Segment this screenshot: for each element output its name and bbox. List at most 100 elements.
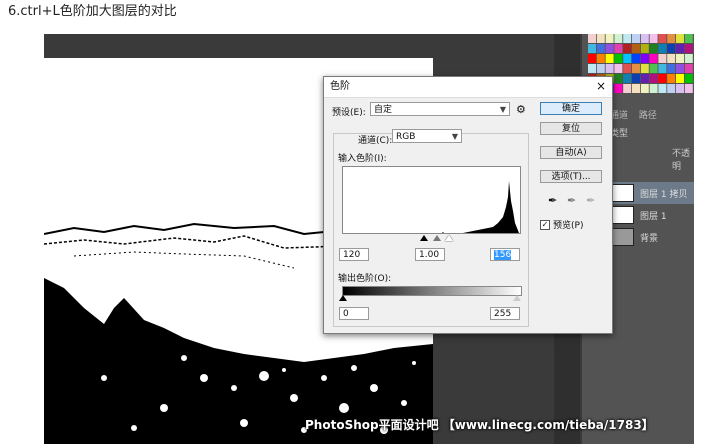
- swatch: [588, 54, 596, 63]
- swatch: [632, 74, 640, 83]
- channel-value: RGB: [396, 132, 416, 142]
- swatch: [649, 34, 658, 43]
- input-gamma-slider[interactable]: [433, 235, 441, 241]
- gear-icon[interactable]: ⚙: [516, 103, 526, 116]
- opacity-label: 不透明: [672, 149, 691, 172]
- swatch: [667, 84, 676, 93]
- swatch: [614, 84, 623, 93]
- swatch: [632, 64, 640, 73]
- swatch: [605, 34, 614, 43]
- output-black-slider[interactable]: [339, 295, 347, 301]
- swatch: [614, 44, 623, 53]
- layer-name: 背景: [640, 233, 659, 244]
- swatch: [658, 84, 667, 93]
- swatch: [605, 54, 614, 63]
- swatch: [658, 54, 667, 63]
- swatch: [614, 64, 623, 73]
- swatch: [596, 44, 605, 53]
- layer-name: 图层 1: [640, 211, 667, 222]
- layer-thumbnail: [610, 228, 634, 246]
- swatch: [649, 84, 658, 93]
- swatch: [588, 44, 596, 53]
- swatch: [684, 74, 693, 83]
- swatch: [632, 84, 640, 93]
- black-eyedropper-icon[interactable]: ✒: [548, 194, 557, 207]
- swatch: [596, 54, 605, 63]
- swatch: [658, 74, 667, 83]
- layer-thumbnail: [610, 206, 634, 224]
- preset-select[interactable]: 自定 ▼: [370, 102, 510, 116]
- gray-eyedropper-icon[interactable]: ✒: [567, 194, 576, 207]
- auto-button[interactable]: 自动(A): [540, 146, 602, 159]
- swatch: [649, 54, 658, 63]
- swatch: [658, 64, 667, 73]
- swatch: [667, 44, 676, 53]
- output-gradient: [342, 286, 522, 296]
- swatch: [632, 54, 640, 63]
- swatch: [676, 84, 684, 93]
- output-white-field[interactable]: 255: [490, 307, 520, 320]
- preset-label: 预设(E):: [332, 108, 366, 118]
- swatch: [676, 44, 684, 53]
- ok-button[interactable]: 确定: [540, 102, 602, 115]
- input-white-slider[interactable]: [445, 235, 453, 241]
- swatch: [640, 74, 649, 83]
- caption-title: 6.ctrl+L色阶加大图层的对比: [8, 4, 177, 19]
- chevron-down-icon: ▼: [499, 105, 506, 114]
- panel-tabs[interactable]: 通道 路径: [610, 108, 694, 122]
- swatch: [658, 34, 667, 43]
- swatch: [649, 74, 658, 83]
- swatch: [605, 64, 614, 73]
- output-black-field[interactable]: 0: [339, 307, 369, 320]
- checkbox-check-icon: ✓: [540, 219, 550, 230]
- layer-name: 图层 1 拷贝: [640, 189, 688, 200]
- swatch: [649, 44, 658, 53]
- swatch: [676, 64, 684, 73]
- layer-row[interactable]: 背景: [610, 226, 694, 248]
- swatch: [667, 74, 676, 83]
- swatch: [640, 84, 649, 93]
- swatch: [684, 84, 693, 93]
- swatch: [614, 34, 623, 43]
- swatch: [640, 54, 649, 63]
- watermark: PhotoShop平面设计吧 【www.linecg.com/tieba/178…: [305, 418, 654, 432]
- preview-label: 预览(P): [553, 221, 584, 231]
- swatch: [676, 54, 684, 63]
- swatch: [632, 44, 640, 53]
- layer-row[interactable]: 图层 1: [610, 204, 694, 226]
- swatch: [623, 34, 632, 43]
- layer-thumbnail: [610, 184, 634, 202]
- swatch: [623, 84, 632, 93]
- reset-button[interactable]: 复位: [540, 122, 602, 135]
- output-white-slider[interactable]: [513, 295, 521, 301]
- input-black-field[interactable]: 120: [339, 248, 369, 261]
- swatch: [667, 64, 676, 73]
- input-white-field[interactable]: 156: [490, 248, 520, 261]
- swatch: [684, 64, 693, 73]
- swatch: [676, 34, 684, 43]
- swatch: [640, 64, 649, 73]
- swatch: [667, 34, 676, 43]
- swatch: [684, 34, 693, 43]
- options-button[interactable]: 选项(T)...: [540, 170, 602, 183]
- swatch: [614, 74, 623, 83]
- channel-label: 通道(C):: [358, 136, 393, 146]
- levels-dialog: 色阶 × 预设(E): 自定 ▼ ⚙ 通道(C): RGB ▼ 输入色阶(I):…: [323, 76, 613, 334]
- swatch: [684, 44, 693, 53]
- input-white-value: 156: [494, 250, 512, 260]
- swatch: [623, 54, 632, 63]
- preview-checkbox[interactable]: ✓ 预览(P): [540, 218, 583, 231]
- swatch: [614, 54, 623, 63]
- swatch: [640, 34, 649, 43]
- swatch: [596, 34, 605, 43]
- swatch: [605, 44, 614, 53]
- input-gamma-field[interactable]: 1.00: [415, 248, 445, 261]
- swatch: [588, 34, 596, 43]
- layer-row[interactable]: 图层 1 拷贝: [610, 182, 694, 204]
- close-icon[interactable]: ×: [596, 79, 606, 93]
- input-black-slider[interactable]: [420, 235, 428, 241]
- tab-paths[interactable]: 路径: [639, 111, 657, 121]
- white-eyedropper-icon[interactable]: ✒: [586, 194, 595, 207]
- swatch: [676, 74, 684, 83]
- channel-select[interactable]: RGB ▼: [392, 129, 462, 143]
